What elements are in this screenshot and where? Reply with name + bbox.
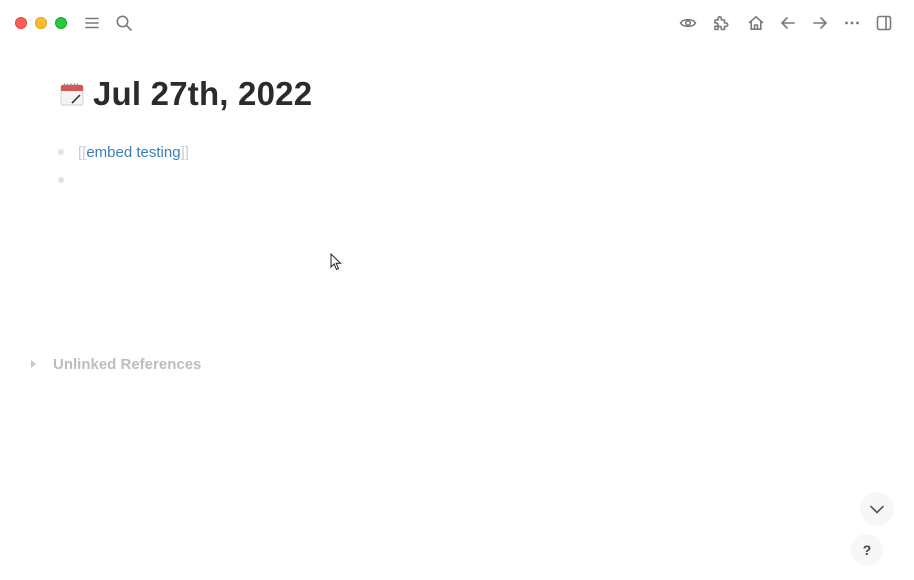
block-content[interactable]: [[embed testing]] xyxy=(78,144,189,161)
block-bullet[interactable] xyxy=(58,149,64,155)
chevron-down-icon xyxy=(870,505,884,514)
arrow-left-icon[interactable] xyxy=(777,12,799,34)
app-window: Jul 27th, 2022 [[embed testing]] Unlinke… xyxy=(0,0,914,580)
block-bullet[interactable] xyxy=(58,177,64,183)
minimize-window-button[interactable] xyxy=(35,17,47,29)
maximize-window-button[interactable] xyxy=(55,17,67,29)
sidebar-toggle-icon[interactable] xyxy=(873,12,895,34)
close-window-button[interactable] xyxy=(15,17,27,29)
page-ref-close-bracket: ]] xyxy=(180,143,189,161)
caret-right-icon[interactable] xyxy=(31,360,36,368)
calendar-icon xyxy=(60,83,84,106)
mouse-pointer-icon xyxy=(330,253,342,271)
block-item-empty[interactable] xyxy=(58,169,78,191)
arrow-right-icon[interactable] xyxy=(809,12,831,34)
title-bar xyxy=(0,0,914,46)
page-title-text[interactable]: Jul 27th, 2022 xyxy=(93,75,312,113)
puzzle-icon[interactable] xyxy=(710,12,732,34)
unlinked-references-label[interactable]: Unlinked References xyxy=(53,356,201,373)
eye-icon[interactable] xyxy=(677,12,699,34)
scroll-down-button[interactable] xyxy=(860,492,894,526)
page-reference-link[interactable]: embed testing xyxy=(86,144,180,161)
more-icon[interactable] xyxy=(841,12,863,34)
help-label: ? xyxy=(862,542,872,558)
block-item[interactable]: [[embed testing]] xyxy=(58,141,189,163)
unlinked-references-toggle[interactable]: Unlinked References xyxy=(30,354,201,374)
home-icon[interactable] xyxy=(745,12,767,34)
help-button[interactable]: ? xyxy=(851,534,883,566)
page-title[interactable]: Jul 27th, 2022 xyxy=(60,72,312,116)
search-icon[interactable] xyxy=(113,12,135,34)
menu-icon[interactable] xyxy=(81,12,103,34)
